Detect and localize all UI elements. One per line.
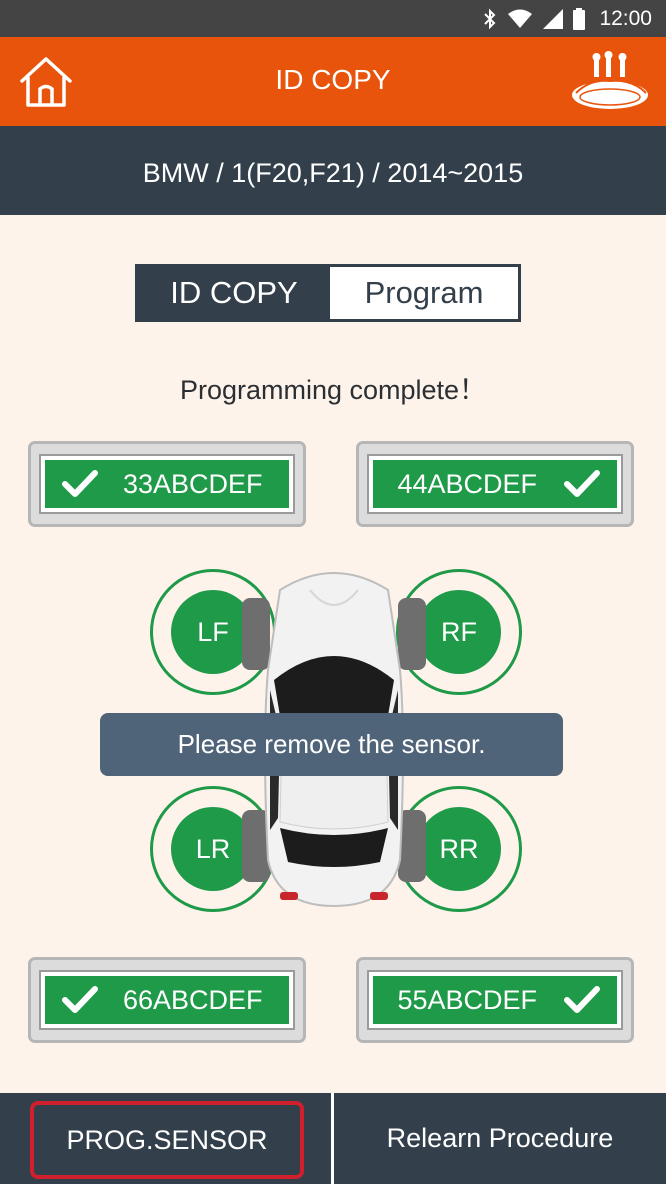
vehicle-info: BMW / 1(F20,F21) / 2014~2015	[0, 126, 666, 215]
check-icon	[564, 986, 600, 1013]
wifi-icon	[508, 9, 533, 28]
prog-sensor-button[interactable]: PROG.SENSOR	[30, 1101, 304, 1179]
check-icon	[62, 986, 98, 1013]
sensor-lf-id: 33ABCDEF	[123, 468, 263, 499]
battery-icon	[573, 7, 586, 30]
sensor-rf-id: 44ABCDEF	[397, 468, 537, 499]
wheel-rf[interactable]: RF	[417, 590, 501, 674]
tab-id-copy[interactable]: ID COPY	[138, 267, 330, 319]
sensor-lr-id: 66ABCDEF	[123, 984, 263, 1015]
status-bar: 12:00	[0, 0, 666, 37]
sensor-rf-box[interactable]: 44ABCDEF	[356, 441, 634, 527]
sensor-lr-box[interactable]: 66ABCDEF	[28, 957, 306, 1043]
relearn-procedure-button[interactable]: Relearn Procedure	[334, 1093, 666, 1184]
tab-program[interactable]: Program	[330, 267, 518, 319]
sensor-rr-id: 55ABCDEF	[397, 984, 537, 1015]
toast-message: Please remove the sensor.	[100, 713, 563, 776]
clock: 12:00	[599, 6, 652, 30]
mode-toggle: ID COPY Program	[135, 264, 521, 322]
app-bar: ID COPY	[0, 37, 666, 126]
car-logo-icon	[572, 51, 648, 109]
wheel-rr[interactable]: RR	[417, 807, 501, 891]
signal-icon	[543, 8, 564, 29]
bluetooth-icon	[484, 8, 496, 29]
status-message: Programming complete！	[179, 375, 487, 405]
bottom-action-bar: PROG.SENSOR Relearn Procedure	[0, 1093, 666, 1184]
sensor-rr-box[interactable]: 55ABCDEF	[356, 957, 634, 1043]
page-title: ID COPY	[275, 64, 391, 95]
sensor-lf-box[interactable]: 33ABCDEF	[28, 441, 306, 527]
check-icon	[62, 470, 98, 497]
check-icon	[564, 470, 600, 497]
